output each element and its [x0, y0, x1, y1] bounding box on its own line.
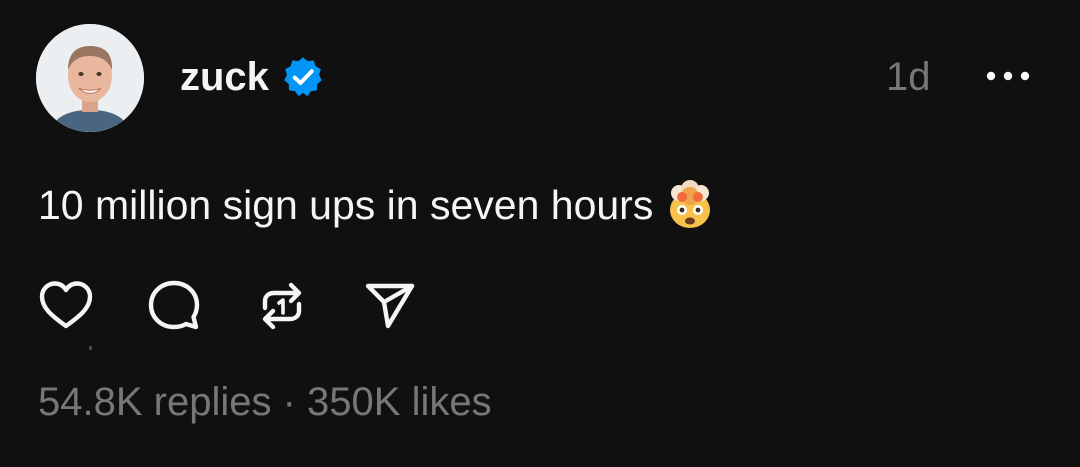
author-avatar[interactable] [36, 24, 144, 132]
post-text: 10 million sign ups in seven hours [38, 182, 654, 228]
stats-separator: · [271, 380, 308, 424]
heart-icon [39, 281, 93, 329]
likes-count[interactable]: 350K likes [307, 380, 492, 424]
post-stats: 54.8K replies · 350K likes [38, 378, 492, 426]
replies-count[interactable]: 54.8K replies [38, 380, 271, 424]
send-icon [365, 283, 415, 329]
exploding-head-emoji-icon [665, 180, 715, 230]
avatar-photo [36, 24, 144, 132]
author-username[interactable]: zuck [180, 52, 269, 102]
repost-icon [262, 282, 302, 330]
more-horizontal-icon [986, 71, 1030, 81]
thread-line-stub [89, 346, 92, 350]
post-header: zuck [180, 52, 325, 102]
like-button[interactable] [38, 278, 94, 334]
verified-badge-icon [281, 55, 325, 99]
share-button[interactable] [362, 278, 418, 334]
comment-button[interactable] [146, 278, 202, 334]
post-body: 10 million sign ups in seven hours [38, 178, 715, 232]
more-options-button[interactable] [984, 64, 1034, 88]
repost-button[interactable] [254, 278, 310, 334]
comment-icon [148, 280, 200, 330]
post-timestamp: 1d [886, 55, 931, 99]
